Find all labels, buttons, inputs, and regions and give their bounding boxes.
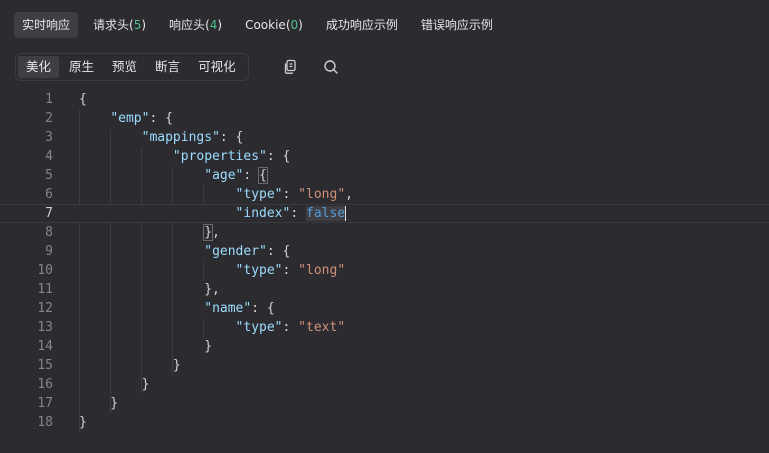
search-icon[interactable] bbox=[322, 58, 340, 76]
json-value: long bbox=[306, 187, 338, 202]
tab-label: 实时响应 bbox=[22, 18, 71, 32]
code-line: 16 } bbox=[0, 375, 769, 394]
code-line: 13 "type": "text" bbox=[0, 318, 769, 337]
text-cursor bbox=[345, 206, 347, 221]
code-line: 12 "name": { bbox=[0, 299, 769, 318]
code-line: 6 "type": "long", bbox=[0, 185, 769, 204]
code-text: "mappings": { bbox=[141, 130, 244, 145]
json-key: mappings bbox=[149, 130, 213, 145]
view-preview-button[interactable]: 预览 bbox=[104, 56, 145, 78]
tab-label: 请求头 bbox=[93, 18, 130, 32]
code-editor[interactable]: 1{ 2 "emp": { 3 "mappings": { 4 "propert… bbox=[0, 90, 769, 432]
json-key: properties bbox=[180, 149, 260, 164]
copy-icon[interactable] bbox=[282, 58, 300, 76]
code-text: { bbox=[79, 92, 87, 107]
code-line: 1{ bbox=[0, 90, 769, 109]
view-visualize-button[interactable]: 可视化 bbox=[190, 56, 244, 78]
tab-error-example[interactable]: 错误响应示例 bbox=[413, 12, 501, 38]
code-text: } bbox=[79, 358, 181, 373]
code-text: "gender": { bbox=[204, 244, 291, 259]
code-line: 5 "age": { bbox=[0, 166, 769, 185]
tab-count: 0 bbox=[290, 18, 299, 32]
tab-count: 4 bbox=[209, 18, 218, 32]
code-line-current: 7 "index": false bbox=[0, 204, 769, 223]
code-text: }, bbox=[79, 282, 220, 297]
code-text: } bbox=[79, 377, 150, 392]
line-number: 6 bbox=[45, 187, 53, 202]
code-text: } bbox=[79, 339, 213, 354]
line-number: 9 bbox=[45, 244, 53, 259]
view-mode-bar: 美化 原生 预览 断言 可视化 bbox=[15, 53, 249, 81]
line-number: 5 bbox=[45, 168, 53, 183]
json-key: gender bbox=[212, 244, 260, 259]
code-text: "name": { bbox=[204, 301, 275, 316]
code-line: 9 "gender": { bbox=[0, 242, 769, 261]
line-number: 18 bbox=[37, 415, 53, 430]
response-tabs: 实时响应 请求头(5) 响应头(4) Cookie(0) 成功响应示例 错误响应… bbox=[14, 12, 508, 38]
tab-label: 错误响应示例 bbox=[420, 18, 493, 32]
code-text: } bbox=[79, 396, 119, 411]
line-number: 12 bbox=[37, 301, 53, 316]
line-number: 15 bbox=[37, 358, 53, 373]
code-line: 3 "mappings": { bbox=[0, 128, 769, 147]
code-text: "type": "long" bbox=[235, 263, 346, 278]
code-line: 18} bbox=[0, 413, 769, 432]
json-value: text bbox=[306, 320, 338, 335]
json-key: age bbox=[212, 168, 236, 183]
line-number: 1 bbox=[45, 92, 53, 107]
code-text: "emp": { bbox=[110, 111, 173, 126]
tab-cookie[interactable]: Cookie(0) bbox=[237, 12, 311, 38]
line-number: 8 bbox=[45, 225, 53, 240]
code-text: } bbox=[79, 415, 87, 430]
code-text: }, bbox=[203, 224, 220, 241]
json-value: false bbox=[306, 206, 346, 221]
line-number: 16 bbox=[37, 377, 53, 392]
code-line: 15 } bbox=[0, 356, 769, 375]
line-number: 2 bbox=[45, 111, 53, 126]
line-number: 13 bbox=[37, 320, 53, 335]
tab-request-headers[interactable]: 请求头(5) bbox=[85, 12, 154, 38]
line-number: 17 bbox=[37, 396, 53, 411]
code-text: "properties": { bbox=[172, 149, 291, 164]
code-line: 10 "type": "long" bbox=[0, 261, 769, 280]
line-number: 7 bbox=[45, 206, 53, 221]
code-text: "age": { bbox=[204, 167, 268, 184]
line-number: 3 bbox=[45, 130, 53, 145]
view-assert-button[interactable]: 断言 bbox=[147, 56, 188, 78]
line-number: 14 bbox=[37, 339, 53, 354]
line-number: 11 bbox=[37, 282, 53, 297]
code-text: "type": "long", bbox=[235, 187, 353, 202]
view-beautify-button[interactable]: 美化 bbox=[18, 56, 60, 78]
view-raw-button[interactable]: 原生 bbox=[61, 56, 102, 78]
tab-count: 5 bbox=[133, 18, 142, 32]
tab-label: 成功响应示例 bbox=[325, 18, 398, 32]
line-number: 10 bbox=[37, 263, 53, 278]
code-line: 4 "properties": { bbox=[0, 147, 769, 166]
tab-label: Cookie bbox=[245, 18, 286, 32]
code-line: 17 } bbox=[0, 394, 769, 413]
tab-realtime-response[interactable]: 实时响应 bbox=[14, 12, 79, 38]
tab-success-example[interactable]: 成功响应示例 bbox=[318, 12, 406, 38]
code-line: 14 } bbox=[0, 337, 769, 356]
json-value: long bbox=[306, 263, 338, 278]
code-text: "type": "text" bbox=[235, 320, 346, 335]
json-key: emp bbox=[118, 111, 142, 126]
code-text: "index": false bbox=[235, 206, 347, 221]
code-line: 8 }, bbox=[0, 223, 769, 242]
tab-label: 响应头 bbox=[169, 18, 206, 32]
json-key: name bbox=[212, 301, 244, 316]
code-line: 11 }, bbox=[0, 280, 769, 299]
code-line: 2 "emp": { bbox=[0, 109, 769, 128]
tab-response-headers[interactable]: 响应头(4) bbox=[161, 12, 230, 38]
line-number: 4 bbox=[45, 149, 53, 164]
